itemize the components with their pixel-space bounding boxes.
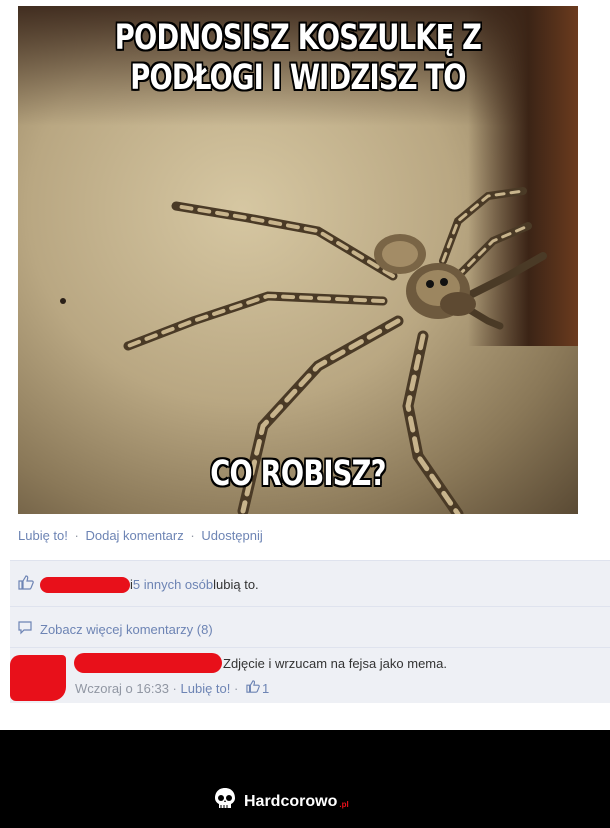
- watermark-footer: Hardcorowo .pl: [0, 730, 610, 828]
- facebook-post: PODNOSISZ KOSZULKĘ Z PODŁOGI I WIDZISZ T…: [0, 0, 610, 730]
- separator: ·: [190, 528, 195, 543]
- separator: ·: [168, 680, 181, 696]
- comment-timestamp[interactable]: Wczoraj o 16:33: [75, 681, 169, 696]
- more-comments-label: Zobacz więcej komentarzy (8): [40, 622, 213, 637]
- meme-caption-top: PODNOSISZ KOSZULKĘ Z PODŁOGI I WIDZISZ T…: [80, 18, 517, 98]
- comment-text: Zdjęcie i wrzucam na fejsa jako mema.: [223, 656, 447, 671]
- redacted-commenter-name[interactable]: [74, 653, 222, 673]
- separator: ·: [74, 528, 79, 543]
- comment-like-link[interactable]: Lubię to!: [181, 681, 231, 696]
- comments-section: Zobacz więcej komentarzy (8) Zdjęcie i w…: [10, 606, 610, 703]
- brand-logo: Hardcorowo .pl: [212, 786, 349, 817]
- separator: ·: [230, 680, 242, 696]
- comment-link[interactable]: Dodaj komentarz: [85, 528, 183, 543]
- meme-caption-bottom: CO ROBISZ?: [210, 454, 386, 494]
- brand-name: Hardcorowo: [244, 792, 338, 810]
- meme-caption-line-1: PODNOSISZ KOSZULKĘ Z: [114, 18, 482, 58]
- likes-summary: i 5 innych osób lubią to.: [10, 560, 610, 607]
- skull-icon: [212, 786, 238, 817]
- thumbs-up-icon: [18, 575, 34, 594]
- divider: [10, 647, 610, 648]
- likes-suffix: lubią to.: [213, 577, 259, 592]
- post-actions: Lubię to! · Dodaj komentarz · Udostępnij: [18, 528, 263, 543]
- speech-bubble-icon: [18, 621, 32, 638]
- redacted-user-name: [40, 576, 130, 593]
- redacted-avatar[interactable]: [10, 655, 66, 701]
- brand-tld: .pl: [339, 800, 349, 809]
- meme-caption-line-2: PODŁOGI I WIDZISZ TO: [130, 58, 466, 98]
- like-link[interactable]: Lubię to!: [18, 528, 68, 543]
- comment-like-count[interactable]: 1: [262, 681, 269, 696]
- likes-others-link[interactable]: 5 innych osób: [133, 577, 213, 592]
- share-link[interactable]: Udostępnij: [201, 528, 262, 543]
- post-photo[interactable]: PODNOSISZ KOSZULKĘ Z PODŁOGI I WIDZISZ T…: [18, 6, 578, 514]
- more-comments-link[interactable]: Zobacz więcej komentarzy (8): [18, 621, 213, 638]
- comment-meta: Wczoraj o 16:33 · Lubię to! · 1: [75, 680, 269, 696]
- thumbs-up-icon: [246, 680, 260, 696]
